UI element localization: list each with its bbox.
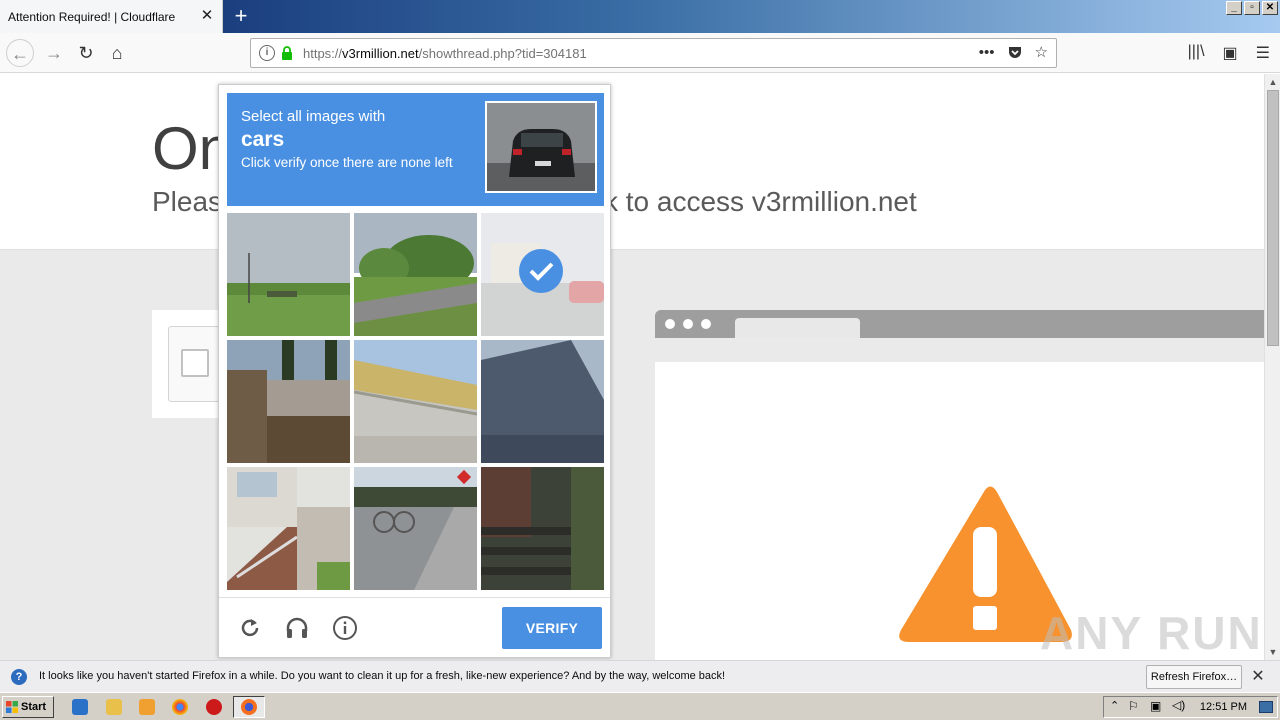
forward-icon[interactable]: → xyxy=(40,39,68,67)
scroll-down-icon[interactable]: ▼ xyxy=(1265,644,1280,660)
page-header: One Pleas k to access v3rmillion.net xyxy=(0,74,1264,250)
challenge-tile[interactable] xyxy=(481,213,604,336)
verify-button[interactable]: VERIFY xyxy=(502,607,602,649)
explorer-folder-icon[interactable] xyxy=(106,699,122,715)
recaptcha-challenge: Select all images with cars Click verify… xyxy=(218,84,611,658)
challenge-tile[interactable] xyxy=(227,340,350,463)
page-actions-icon[interactable]: ••• xyxy=(979,44,995,61)
url-host: v3rmillion.net xyxy=(342,46,419,61)
taskbar: Start ⌃ ⚐ ▣ ◁) 12:51 PM xyxy=(0,692,1280,720)
tray-expand-icon[interactable]: ⌃ xyxy=(1110,699,1119,712)
minimize-button[interactable]: _ xyxy=(1226,1,1242,15)
illustration-dot xyxy=(683,319,693,329)
volume-icon[interactable]: ◁) xyxy=(1172,698,1185,712)
hero-subtitle-right: k to access v3rmillion.net xyxy=(604,186,917,217)
challenge-instruction: Select all images with xyxy=(241,108,386,125)
recaptcha-checkbox[interactable] xyxy=(181,349,209,377)
info-icon[interactable] xyxy=(332,615,358,641)
audio-challenge-icon[interactable] xyxy=(284,615,310,641)
window-controls: _ ▫ ✕ xyxy=(1226,1,1278,15)
challenge-tile[interactable] xyxy=(481,467,604,590)
url-bar[interactable]: i https://v3rmillion.net/showthread.php?… xyxy=(250,38,1057,68)
challenge-footer: VERIFY xyxy=(219,597,610,657)
scroll-thumb[interactable] xyxy=(1267,90,1279,346)
url-actions: ••• ☆ xyxy=(979,43,1048,62)
challenge-tile[interactable] xyxy=(354,467,477,590)
challenge-tile[interactable] xyxy=(227,467,350,590)
firefox-icon xyxy=(241,699,257,715)
url-text: https://v3rmillion.net/showthread.php?ti… xyxy=(303,46,587,61)
illustration-tab xyxy=(735,318,860,338)
toolbar-right: |||\ ▣ ☰ xyxy=(1188,43,1270,63)
system-tray: ⌃ ⚐ ▣ ◁) 12:51 PM xyxy=(1103,696,1278,718)
challenge-hint: Click verify once there are none left xyxy=(241,155,453,170)
media-player-icon[interactable] xyxy=(139,699,155,715)
action-center-flag-icon[interactable]: ⚐ xyxy=(1128,699,1139,713)
question-icon: ? xyxy=(11,669,27,685)
opera-icon[interactable] xyxy=(206,699,222,715)
challenge-tile[interactable] xyxy=(227,213,350,336)
refresh-firefox-button[interactable]: Refresh Firefox… xyxy=(1146,665,1242,689)
bookmark-star-icon[interactable]: ☆ xyxy=(1035,43,1048,61)
url-path: /showthread.php?tid=304181 xyxy=(418,46,587,61)
window-close-button[interactable]: ✕ xyxy=(1262,1,1278,15)
page-content: One Pleas k to access v3rmillion.net xyxy=(0,74,1264,660)
pocket-icon[interactable] xyxy=(1007,44,1023,60)
tab-active[interactable]: Attention Required! | Cloudflare ✕ xyxy=(0,0,223,33)
title-bar: Attention Required! | Cloudflare ✕ + _ ▫… xyxy=(0,0,1280,33)
notification-bar: ? It looks like you haven't started Fire… xyxy=(0,660,1280,692)
challenge-tile[interactable] xyxy=(354,213,477,336)
notification-close-icon[interactable]: ✕ xyxy=(1248,667,1268,687)
internet-explorer-icon[interactable] xyxy=(72,699,88,715)
back-icon[interactable]: ← xyxy=(6,39,34,67)
notification-text: It looks like you haven't started Firefo… xyxy=(39,670,726,682)
lock-icon xyxy=(282,46,292,60)
illustration-toolbar xyxy=(655,310,1264,338)
start-button[interactable]: Start xyxy=(2,696,54,718)
home-icon[interactable]: ⌂ xyxy=(103,39,131,67)
page-scrollbar[interactable]: ▲ ▼ xyxy=(1264,74,1280,660)
challenge-header: Select all images with cars Click verify… xyxy=(227,93,604,206)
challenge-object: cars xyxy=(241,128,285,151)
url-scheme: https:// xyxy=(303,46,343,61)
sidebar-icon[interactable]: ▣ xyxy=(1223,43,1238,63)
network-icon[interactable]: ▣ xyxy=(1150,699,1161,713)
tab-title: Attention Required! | Cloudflare xyxy=(8,10,176,24)
new-tab-button[interactable]: + xyxy=(228,3,254,29)
hero-subtitle-left: Pleas xyxy=(152,186,223,217)
navigation-toolbar: ← → ↻ ⌂ i https://v3rmillion.net/showthr… xyxy=(0,33,1280,73)
menu-icon[interactable]: ☰ xyxy=(1256,43,1270,63)
windows-flag-icon xyxy=(6,701,18,713)
illustration-dot xyxy=(665,319,675,329)
scroll-up-icon[interactable]: ▲ xyxy=(1265,74,1280,90)
library-icon[interactable]: |||\ xyxy=(1188,43,1205,63)
start-label: Start xyxy=(21,701,47,713)
anyrun-watermark: ANY RUN xyxy=(1040,607,1263,659)
challenge-sample-image xyxy=(485,101,597,193)
firefox-taskbar-button[interactable] xyxy=(233,696,265,718)
challenge-tile[interactable] xyxy=(354,340,477,463)
restore-button[interactable]: ▫ xyxy=(1244,1,1260,15)
illustration-dot xyxy=(701,319,711,329)
clock: 12:51 PM xyxy=(1199,701,1247,713)
tab-close-icon[interactable]: ✕ xyxy=(197,6,217,26)
challenge-grid xyxy=(227,213,604,590)
site-info-icon[interactable]: i xyxy=(259,45,275,61)
challenge-tile[interactable] xyxy=(481,340,604,463)
reload-icon[interactable]: ↻ xyxy=(72,39,100,67)
chrome-icon[interactable] xyxy=(172,699,188,715)
reload-challenge-icon[interactable] xyxy=(237,615,263,641)
show-desktop-icon[interactable] xyxy=(1259,701,1273,713)
